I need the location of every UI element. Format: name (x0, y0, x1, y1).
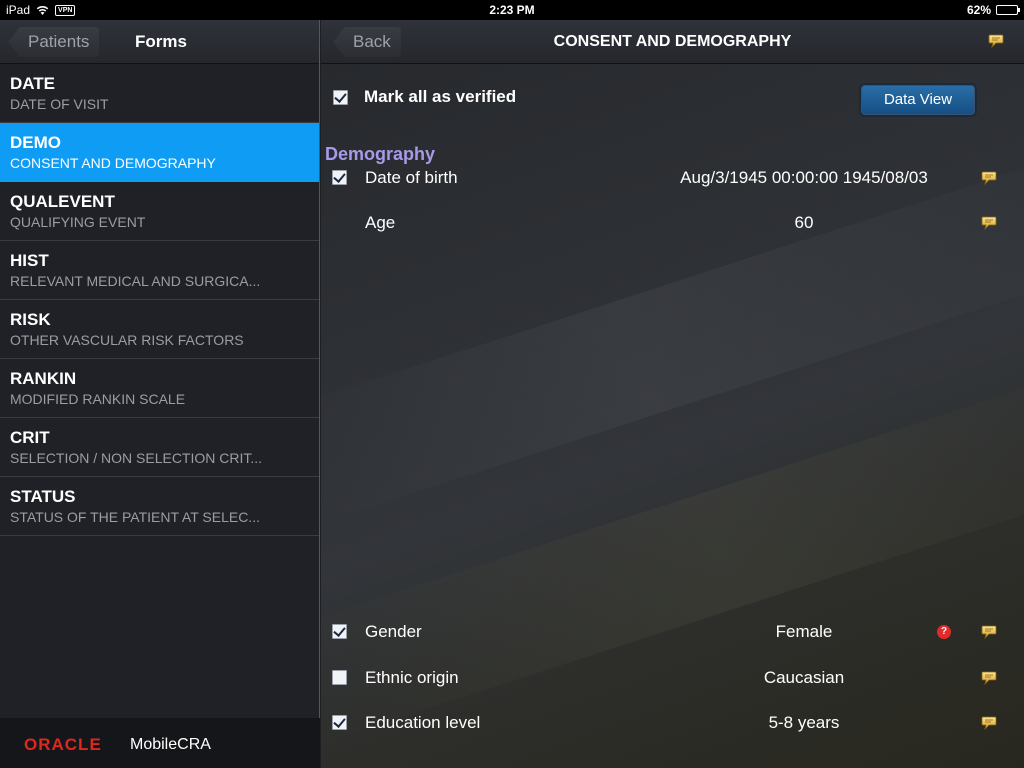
form-title: CONSENT AND DEMOGRAPHY (553, 33, 792, 50)
form-item-status[interactable]: STATUS STATUS OF THE PATIENT AT SELEC... (0, 477, 319, 536)
field-label: Gender (365, 622, 422, 641)
form-description: STATUS OF THE PATIENT AT SELEC... (10, 509, 260, 525)
form-description: RELEVANT MEDICAL AND SURGICA... (10, 273, 261, 289)
form-code: RISK (10, 310, 51, 329)
form-description: DATE OF VISIT (10, 96, 109, 112)
mark-all-verified-checkbox[interactable] (333, 89, 348, 105)
form-item-date[interactable]: DATE DATE OF VISIT (0, 64, 319, 123)
field-value[interactable]: 60 (651, 213, 957, 233)
form-description: MODIFIED RANKIN SCALE (10, 391, 186, 407)
data-view-button[interactable]: Data View (859, 83, 977, 117)
product-name: MobileCRA (130, 736, 211, 753)
form-code: DEMO (10, 133, 61, 152)
form-item-demo[interactable]: DEMO CONSENT AND DEMOGRAPHY (0, 123, 319, 182)
mark-all-verified-row[interactable]: Mark all as verified (333, 87, 516, 107)
vpn-badge: VPN (55, 4, 76, 16)
form-code: RANKIN (10, 369, 77, 388)
form-code: CRIT (10, 428, 50, 447)
note-icon[interactable] (981, 215, 997, 231)
note-icon[interactable] (981, 624, 997, 640)
field-value[interactable]: Female (651, 622, 957, 642)
forms-nav-bar: Patients Forms (0, 20, 319, 64)
form-code: DATE (10, 74, 56, 93)
form-item-hist[interactable]: HIST RELEVANT MEDICAL AND SURGICA... (0, 241, 319, 300)
field-row-date-of-birth[interactable]: Date of birth Aug/3/1945 00:00:00 1945/08… (321, 158, 1024, 198)
form-description: CONSENT AND DEMOGRAPHY (10, 155, 216, 171)
note-icon[interactable] (981, 170, 997, 186)
battery-icon (996, 5, 1020, 15)
field-label: Ethnic origin (365, 668, 459, 687)
brand-bar: ORACLE MobileCRA (0, 718, 320, 768)
field-row-education-level[interactable]: Education level 5-8 years (321, 703, 1024, 743)
field-label: Date of birth (365, 168, 458, 187)
device-label: iPad (6, 3, 31, 17)
form-code: QUALEVENT (10, 192, 115, 211)
detail-nav-bar: Back CONSENT AND DEMOGRAPHY (321, 20, 1024, 64)
oracle-logo: ORACLE (24, 735, 102, 754)
field-value[interactable]: 5-8 years (651, 713, 957, 733)
verify-checkbox[interactable] (332, 715, 347, 730)
form-item-risk[interactable]: RISK OTHER VASCULAR RISK FACTORS (0, 300, 319, 359)
note-icon[interactable] (981, 715, 997, 731)
status-bar: iPad VPN 2:23 PM 62% (0, 0, 1024, 20)
note-icon[interactable] (988, 34, 1004, 49)
battery-percent: 62% (966, 3, 991, 17)
form-item-qualevent[interactable]: QUALEVENT QUALIFYING EVENT (0, 182, 319, 241)
field-value[interactable]: Aug/3/1945 00:00:00 1945/08/03 (651, 168, 957, 188)
forms-pane: Patients Forms DATE DATE OF VISIT DEMO CONS… (0, 20, 320, 768)
form-description: QUALIFYING EVENT (10, 214, 146, 230)
form-description: OTHER VASCULAR RISK FACTORS (10, 332, 244, 348)
form-item-crit[interactable]: CRIT SELECTION / NON SELECTION CRIT... (0, 418, 319, 477)
status-time: 2:23 PM (489, 3, 535, 17)
back-button[interactable]: Back (333, 27, 401, 57)
forms-title: Forms (135, 32, 187, 51)
verify-checkbox[interactable] (332, 670, 347, 685)
form-item-rankin[interactable]: RANKIN MODIFIED RANKIN SCALE (0, 359, 319, 418)
form-code: STATUS (10, 487, 76, 506)
form-detail-pane: Back CONSENT AND DEMOGRAPHY Mark all as … (321, 20, 1024, 768)
field-row-age[interactable]: Age 60 (321, 203, 1024, 243)
form-description: SELECTION / NON SELECTION CRIT... (10, 450, 263, 466)
form-code: HIST (10, 251, 49, 270)
verify-checkbox[interactable] (332, 624, 347, 639)
verify-checkbox[interactable] (332, 170, 347, 185)
field-label: Age (365, 213, 396, 232)
forms-list: DATE DATE OF VISIT DEMO CONSENT AND DEMOGRA… (0, 64, 319, 536)
mark-all-verified-label: Mark all as verified (364, 87, 517, 106)
field-value[interactable]: Caucasian (651, 668, 957, 688)
query-icon[interactable]: ? (937, 625, 951, 639)
field-label: Education level (365, 713, 481, 732)
field-row-ethnic-origin[interactable]: Ethnic origin Caucasian (321, 658, 1024, 698)
field-row-gender[interactable]: Gender Female? (321, 612, 1024, 652)
patients-back-button[interactable]: Patients (8, 27, 100, 57)
note-icon[interactable] (981, 670, 997, 686)
wifi-icon (36, 5, 49, 15)
